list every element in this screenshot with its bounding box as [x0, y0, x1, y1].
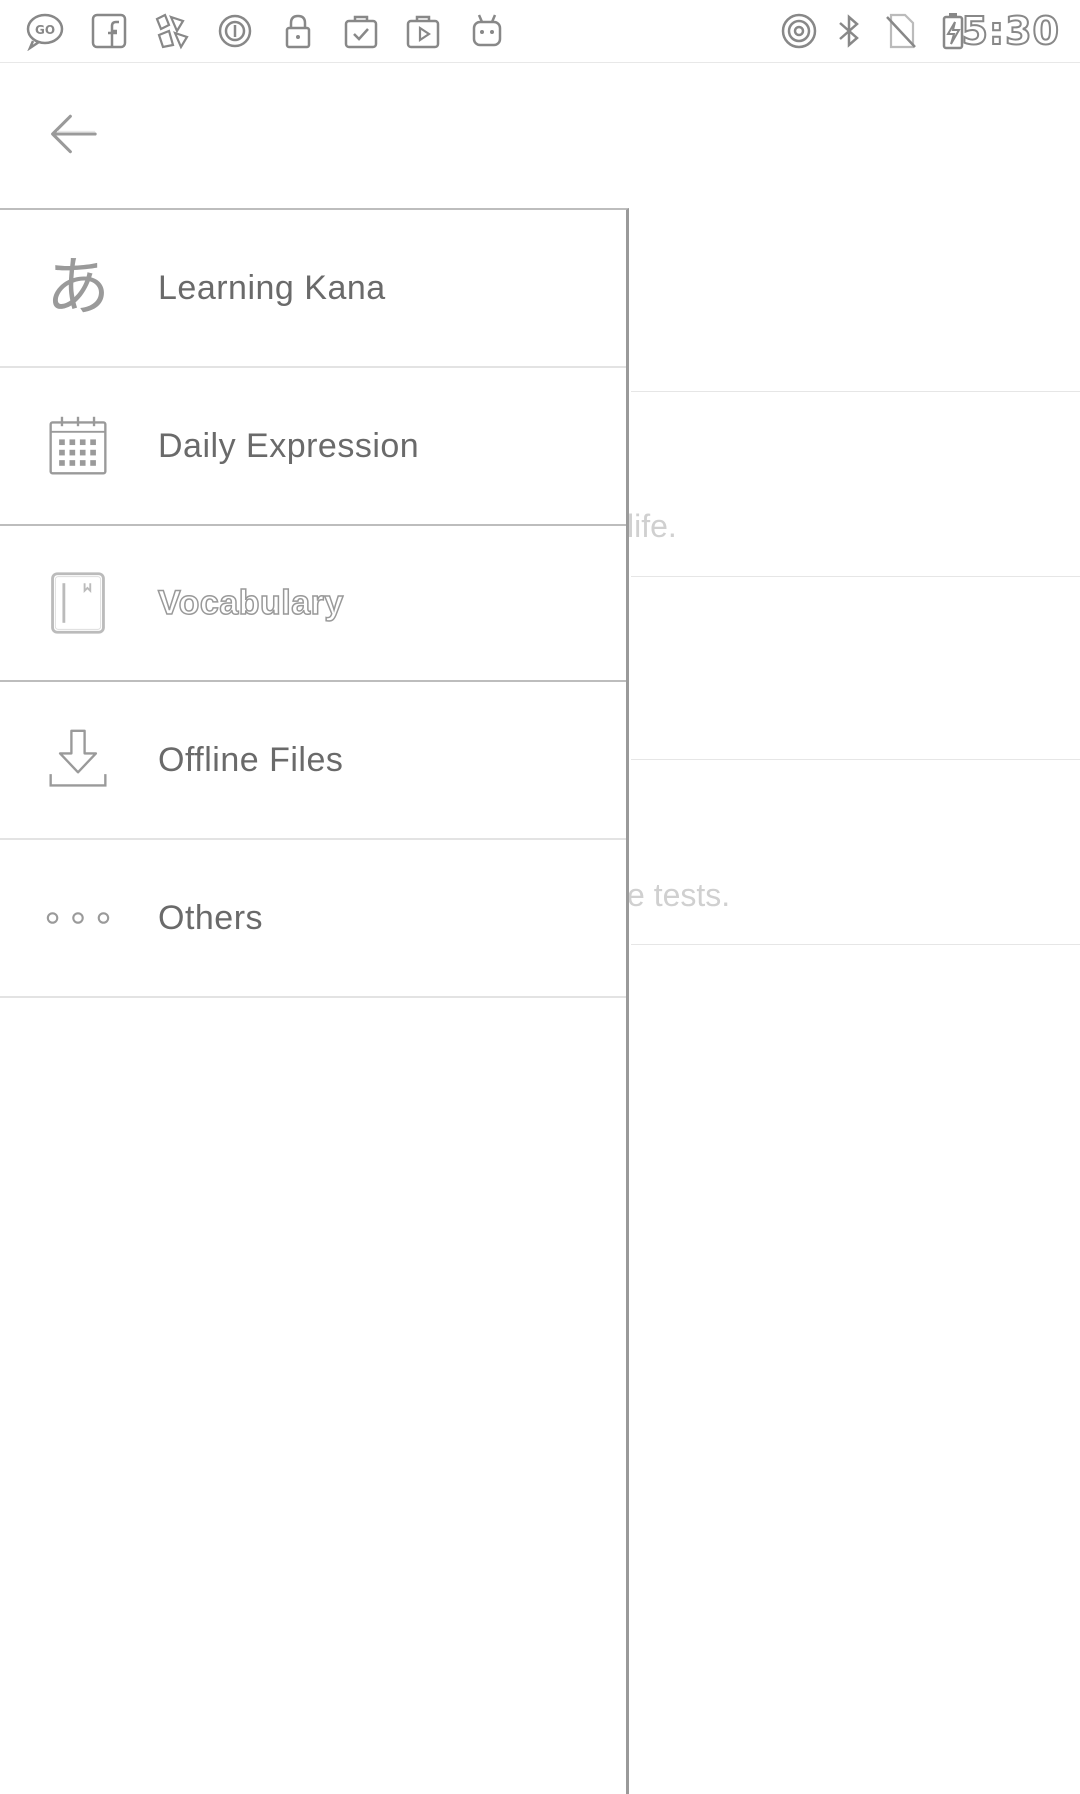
content-snippet: e tests.: [627, 877, 731, 913]
drawer-item-others[interactable]: Others: [0, 840, 626, 998]
drawer-item-daily-expression[interactable]: Daily Expression: [0, 368, 626, 526]
divider: [631, 576, 1080, 577]
drawer-item-label: Others: [158, 898, 264, 937]
notebook-icon: [38, 563, 118, 643]
more-dots-icon: [38, 878, 118, 958]
navigation-drawer: あ Learning Kana Daily Expression Vocabul…: [0, 208, 629, 1794]
download-icon: [38, 720, 118, 800]
app-bar: [0, 63, 1080, 209]
drawer-item-label: Vocabulary: [157, 583, 344, 623]
facebook-icon: [86, 8, 132, 54]
drawer-item-label: Offline Files: [158, 740, 344, 779]
bluetooth-icon: [826, 8, 872, 54]
drawer-item-vocabulary[interactable]: Vocabulary: [0, 526, 626, 682]
drawer-item-label: Learning Kana: [158, 268, 386, 307]
play-bag-icon: [400, 8, 446, 54]
calendar-icon: [38, 406, 118, 486]
android-icon: [464, 8, 510, 54]
no-sim-icon: [878, 8, 924, 54]
divider: [631, 759, 1080, 760]
back-button[interactable]: [38, 99, 108, 169]
lock-icon: [275, 8, 321, 54]
drawer-item-learning-kana[interactable]: あ Learning Kana: [0, 210, 626, 368]
svg-text:GO: GO: [35, 23, 55, 37]
hotspot-icon: [776, 8, 822, 54]
drawer-item-label: Daily Expression: [158, 426, 420, 465]
arrow-back-icon: [51, 103, 104, 154]
main-content: life. e tests.: [627, 210, 1080, 1794]
content-snippet: life.: [627, 508, 677, 544]
go-sms-icon: GO: [22, 8, 68, 54]
status-bar: GO 5:30: [0, 0, 1080, 63]
clipboard-check-icon: [338, 8, 384, 54]
divider: [631, 944, 1080, 945]
app-icon: [148, 8, 194, 54]
drawer-item-offline-files[interactable]: Offline Files: [0, 682, 626, 840]
kana-icon: あ: [46, 251, 110, 325]
divider: [631, 391, 1080, 392]
sync-icon: [212, 8, 258, 54]
status-time: 5:30: [960, 8, 1060, 54]
